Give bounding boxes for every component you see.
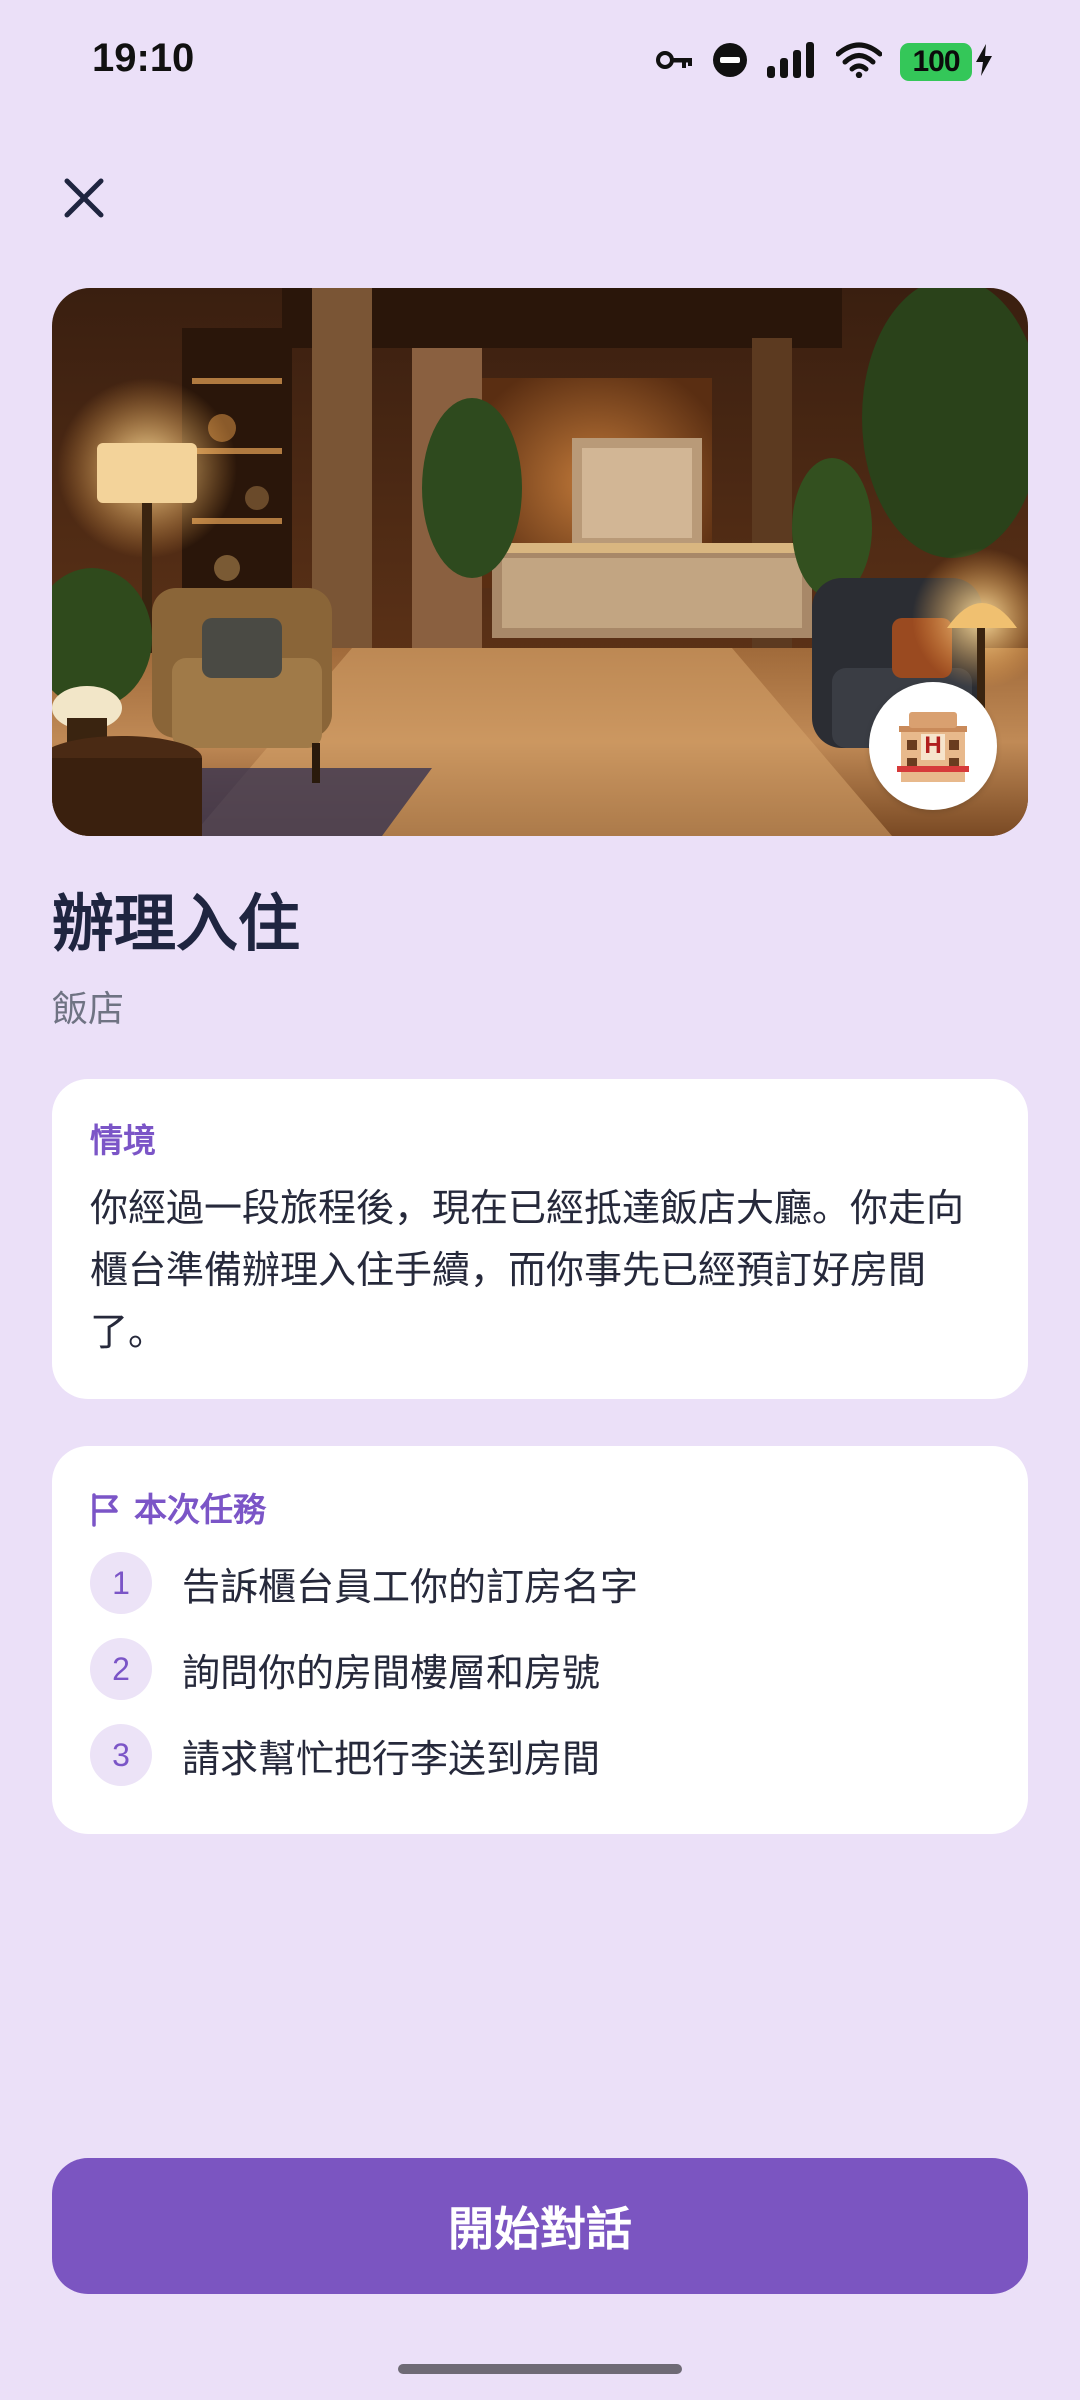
tasks-heading: 本次任務 — [90, 1488, 990, 1532]
wifi-icon — [835, 42, 883, 82]
tasks-heading-label: 本次任務 — [134, 1490, 266, 1529]
battery-indicator: 100 — [900, 43, 994, 81]
hotel-icon: H — [893, 706, 973, 786]
battery-charging-icon — [974, 44, 994, 80]
task-item: 1 告訴櫃台員工你的訂房名字 — [90, 1552, 990, 1614]
task-number: 2 — [90, 1638, 152, 1700]
home-indicator[interactable] — [398, 2364, 682, 2374]
category-label: 飯店 — [52, 989, 125, 1030]
task-list: 1 告訴櫃台員工你的訂房名字 2 詢問你的房間樓層和房號 3 請求幫忙把行李送到… — [90, 1552, 990, 1786]
signal-icon — [766, 42, 818, 82]
tasks-card: 本次任務 1 告訴櫃台員工你的訂房名字 2 詢問你的房間樓層和房號 3 請求幫忙… — [52, 1446, 1028, 1834]
task-item: 2 詢問你的房間樓層和房號 — [90, 1638, 990, 1700]
flag-icon — [90, 1493, 120, 1527]
close-icon — [63, 177, 105, 223]
task-text: 詢問你的房間樓層和房號 — [182, 1650, 601, 1695]
status-time: 19:10 — [92, 36, 195, 80]
vpn-key-icon — [656, 49, 694, 75]
task-text: 告訴櫃台員工你的訂房名字 — [182, 1564, 639, 1609]
scenario-card: 情境 你經過一段旅程後，現在已經抵達飯店大廳。你走向櫃台準備辦理入住手續，而你事… — [52, 1079, 1028, 1399]
scenario-heading: 情境 — [90, 1121, 156, 1160]
page-title: 辦理入住 — [52, 887, 301, 960]
task-number: 3 — [90, 1724, 152, 1786]
task-text: 請求幫忙把行李送到房間 — [182, 1736, 601, 1781]
status-icons: 100 — [656, 40, 994, 84]
start-conversation-button[interactable]: 開始對話 — [52, 2158, 1028, 2294]
do-not-disturb-icon — [712, 42, 748, 82]
task-number: 1 — [90, 1552, 152, 1614]
status-bar: 19:10 100 — [0, 0, 1080, 120]
hotel-badge: H — [869, 682, 997, 810]
hotel-badge-letter: H — [924, 732, 942, 759]
task-item: 3 請求幫忙把行李送到房間 — [90, 1724, 990, 1786]
scenario-description: 你經過一段旅程後，現在已經抵達飯店大廳。你走向櫃台準備辦理入住手續，而你事先已經… — [90, 1186, 965, 1354]
close-button[interactable] — [54, 170, 114, 230]
battery-level: 100 — [900, 43, 972, 81]
